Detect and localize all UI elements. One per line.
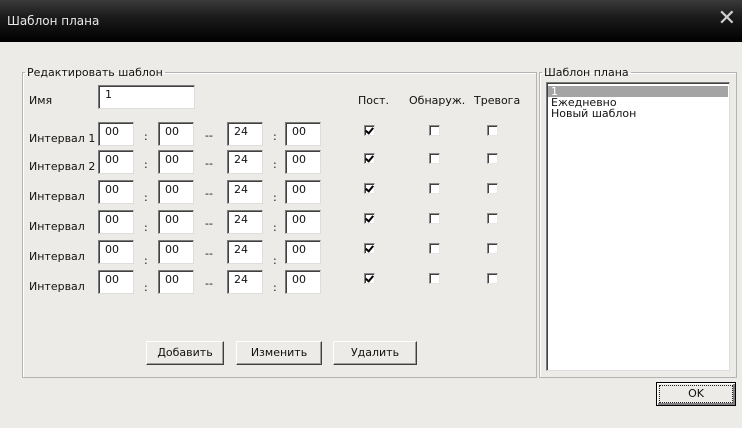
detect-checkbox[interactable] bbox=[429, 183, 440, 194]
range-separator: -- bbox=[205, 129, 213, 142]
alarm-checkbox[interactable] bbox=[487, 213, 498, 224]
alarm-checkbox[interactable] bbox=[487, 153, 498, 164]
name-label: Имя bbox=[29, 94, 53, 107]
column-header-post: Пост. bbox=[358, 94, 389, 107]
range-separator: -- bbox=[205, 157, 213, 170]
range-separator: -- bbox=[205, 187, 213, 200]
start-minute-input[interactable]: 00 bbox=[158, 180, 194, 204]
start-hour-input[interactable]: 00 bbox=[98, 270, 134, 294]
end-hour-input[interactable]: 24 bbox=[227, 270, 263, 294]
start-hour-input[interactable]: 00 bbox=[98, 180, 134, 204]
time-separator: : bbox=[273, 281, 277, 294]
interval-label: Интервал 2 bbox=[29, 160, 96, 173]
time-separator: : bbox=[144, 254, 148, 267]
end-hour-input[interactable]: 24 bbox=[227, 150, 263, 174]
interval-label: Интервал bbox=[29, 190, 85, 203]
time-separator: : bbox=[144, 130, 148, 143]
end-minute-input[interactable]: 00 bbox=[285, 180, 321, 204]
name-input[interactable]: 1 bbox=[98, 85, 195, 109]
time-separator: : bbox=[273, 254, 277, 267]
start-hour-input[interactable]: 00 bbox=[98, 210, 134, 234]
start-minute-input[interactable]: 00 bbox=[158, 150, 194, 174]
end-hour-input[interactable]: 24 bbox=[227, 122, 263, 146]
end-minute-input[interactable]: 00 bbox=[285, 240, 321, 264]
end-minute-input[interactable]: 00 bbox=[285, 122, 321, 146]
post-checkbox[interactable] bbox=[364, 273, 375, 284]
start-hour-input[interactable]: 00 bbox=[98, 150, 134, 174]
interval-label: Интервал bbox=[29, 220, 85, 233]
post-checkbox[interactable] bbox=[364, 183, 375, 194]
window-title: Шаблон плана bbox=[7, 14, 100, 28]
start-hour-input[interactable]: 00 bbox=[98, 122, 134, 146]
range-separator: -- bbox=[205, 277, 213, 290]
add-button[interactable]: Добавить bbox=[146, 341, 224, 365]
end-hour-input[interactable]: 24 bbox=[227, 240, 263, 264]
time-separator: : bbox=[144, 191, 148, 204]
template-listbox[interactable]: 1 Ежедневно Новый шаблон bbox=[546, 82, 730, 371]
template-item[interactable]: Новый шаблон bbox=[548, 108, 728, 119]
end-hour-input[interactable]: 24 bbox=[227, 180, 263, 204]
time-separator: : bbox=[273, 191, 277, 204]
range-separator: -- bbox=[205, 217, 213, 230]
start-minute-input[interactable]: 00 bbox=[158, 270, 194, 294]
end-minute-input[interactable]: 00 bbox=[285, 210, 321, 234]
title-bar: Шаблон плана ✕ bbox=[0, 0, 742, 42]
interval-label: Интервал bbox=[29, 280, 85, 293]
post-checkbox[interactable] bbox=[364, 243, 375, 254]
interval-label: Интервал 1 bbox=[29, 132, 96, 145]
end-minute-input[interactable]: 00 bbox=[285, 150, 321, 174]
alarm-checkbox[interactable] bbox=[487, 273, 498, 284]
start-minute-input[interactable]: 00 bbox=[158, 240, 194, 264]
post-checkbox[interactable] bbox=[364, 125, 375, 136]
post-checkbox[interactable] bbox=[364, 213, 375, 224]
start-minute-input[interactable]: 00 bbox=[158, 210, 194, 234]
time-separator: : bbox=[273, 221, 277, 234]
detect-checkbox[interactable] bbox=[429, 273, 440, 284]
interval-label: Интервал bbox=[29, 250, 85, 263]
time-separator: : bbox=[273, 158, 277, 171]
close-icon[interactable]: ✕ bbox=[718, 8, 736, 30]
edit-template-legend: Редактировать шаблон bbox=[27, 66, 163, 79]
time-separator: : bbox=[144, 158, 148, 171]
end-minute-input[interactable]: 00 bbox=[285, 270, 321, 294]
ok-button[interactable]: OK bbox=[656, 382, 736, 406]
column-header-alarm: Тревога bbox=[474, 94, 521, 107]
detect-checkbox[interactable] bbox=[429, 153, 440, 164]
alarm-checkbox[interactable] bbox=[487, 243, 498, 254]
end-hour-input[interactable]: 24 bbox=[227, 210, 263, 234]
column-header-detect: Обнаруж. bbox=[409, 94, 466, 107]
start-hour-input[interactable]: 00 bbox=[98, 240, 134, 264]
post-checkbox[interactable] bbox=[364, 153, 375, 164]
detect-checkbox[interactable] bbox=[429, 243, 440, 254]
time-separator: : bbox=[144, 281, 148, 294]
delete-button[interactable]: Удалить bbox=[333, 341, 417, 365]
start-minute-input[interactable]: 00 bbox=[158, 122, 194, 146]
plan-template-legend: Шаблон плана bbox=[544, 66, 629, 79]
alarm-checkbox[interactable] bbox=[487, 183, 498, 194]
time-separator: : bbox=[273, 130, 277, 143]
detect-checkbox[interactable] bbox=[429, 213, 440, 224]
detect-checkbox[interactable] bbox=[429, 125, 440, 136]
alarm-checkbox[interactable] bbox=[487, 125, 498, 136]
change-button[interactable]: Изменить bbox=[236, 341, 322, 365]
range-separator: -- bbox=[205, 247, 213, 260]
time-separator: : bbox=[144, 221, 148, 234]
